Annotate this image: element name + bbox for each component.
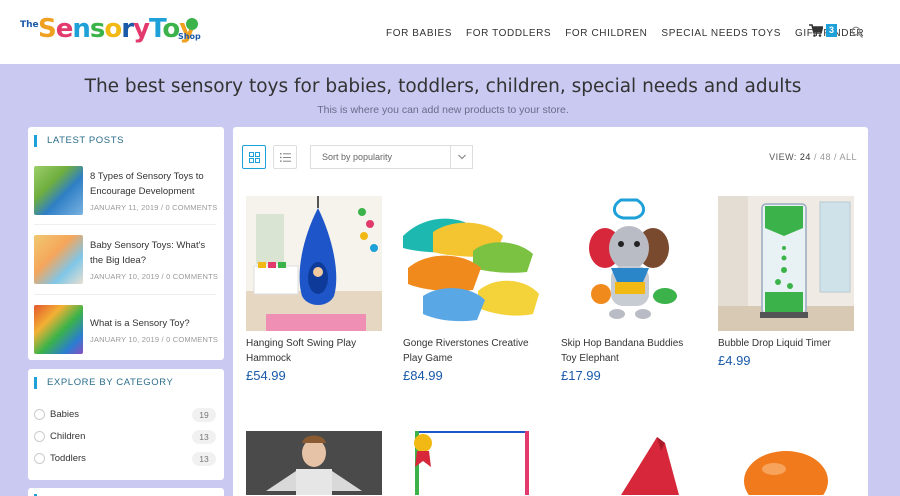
sort-select[interactable]: Sort by popularity (310, 145, 473, 169)
post-meta: JANUARY 11, 2019 / 0 COMMENTS (90, 203, 218, 212)
category-count: 13 (192, 452, 216, 466)
product-image[interactable] (246, 431, 382, 495)
post-title[interactable]: Baby Sensory Toys: What's the Big Idea? (90, 238, 216, 268)
post-item[interactable]: What is a Sensory Toy? JANUARY 10, 2019 … (34, 305, 218, 355)
category-label[interactable]: Babies (50, 408, 79, 422)
cart-count-badge: 3 (826, 24, 838, 37)
site-logo[interactable]: The SensoryToy Shop (20, 14, 201, 48)
page-title: The best sensory toys for babies, toddle… (84, 76, 802, 97)
post-item[interactable]: 8 Types of Sensory Toys to Encourage Dev… (34, 166, 218, 216)
cart-button[interactable]: 3 (809, 24, 838, 37)
logo-bubble-icon (186, 18, 198, 30)
product-image-swing-hammock (246, 196, 382, 331)
cart-icon (809, 24, 823, 37)
post-meta: JANUARY 10, 2019 / 0 COMMENTS (90, 335, 219, 344)
logo-the: The (20, 20, 39, 30)
product-image-orange-ball (744, 451, 828, 495)
nav-for-children[interactable]: FOR CHILDREN (565, 28, 647, 39)
product-image-award-toy (414, 431, 529, 495)
product-image-liquid-timer (718, 196, 854, 331)
product-price: £17.99 (561, 368, 601, 383)
view-48-link[interactable]: 48 (820, 152, 831, 162)
category-item-babies[interactable]: Babies 19 (34, 408, 216, 422)
post-item[interactable]: Baby Sensory Toys: What's the Big Idea? … (34, 235, 218, 285)
product-price: £84.99 (403, 368, 443, 383)
product-price: £4.99 (718, 353, 751, 368)
category-count: 13 (192, 430, 216, 444)
post-thumbnail[interactable] (34, 305, 83, 354)
product-image-elephant-toy (589, 198, 677, 319)
list-icon (280, 153, 291, 162)
product-image[interactable] (718, 196, 854, 331)
category-radio[interactable] (34, 431, 45, 442)
logo-brand-name: SensoryToy (38, 14, 196, 44)
product-image-boy (246, 431, 382, 495)
category-radio[interactable] (34, 409, 45, 420)
view-all-link[interactable]: ALL (839, 152, 857, 162)
latest-posts-widget: LATEST POSTS 8 Types of Sensory Toys to … (28, 127, 224, 360)
post-thumbnail[interactable] (34, 166, 83, 215)
list-view-button[interactable] (273, 145, 297, 169)
post-title[interactable]: 8 Types of Sensory Toys to Encourage Dev… (90, 169, 216, 199)
view-count-selector: VIEW: 24 / 48 / ALL (769, 152, 857, 162)
product-name[interactable]: Skip Hop Bandana Buddies Toy Elephant (561, 336, 701, 366)
product-image[interactable] (561, 431, 697, 495)
category-label[interactable]: Toddlers (50, 452, 86, 466)
nav-for-babies[interactable]: FOR BABIES (386, 28, 452, 39)
view-separator: / (810, 152, 820, 162)
category-radio[interactable] (34, 453, 45, 464)
view-24-link[interactable]: 24 (800, 152, 811, 162)
sort-dropdown-toggle[interactable] (450, 146, 472, 168)
search-icon[interactable] (851, 26, 863, 38)
category-item-toddlers[interactable]: Toddlers 13 (34, 452, 216, 466)
product-image[interactable] (561, 196, 697, 331)
divider (34, 224, 216, 225)
category-label[interactable]: Children (50, 430, 85, 444)
category-count: 19 (192, 408, 216, 422)
page-subtitle: This is where you can add new products t… (317, 104, 569, 116)
product-image[interactable] (718, 431, 854, 495)
post-title[interactable]: What is a Sensory Toy? (90, 316, 216, 331)
main-nav: FOR BABIES FOR TODDLERS FOR CHILDREN SPE… (386, 26, 878, 40)
product-image-red-cone (621, 437, 679, 495)
product-image-riverstones (403, 218, 539, 322)
product-image[interactable] (403, 196, 539, 331)
category-widget: EXPLORE BY CATEGORY Babies 19 Children 1… (28, 369, 224, 480)
product-name[interactable]: Gonge Riverstones Creative Play Game (403, 336, 543, 366)
grid-view-button[interactable] (242, 145, 266, 169)
nav-special-needs-toys[interactable]: SPECIAL NEEDS TOYS (661, 28, 781, 39)
category-widget-title: EXPLORE BY CATEGORY (34, 377, 174, 389)
post-thumbnail[interactable] (34, 235, 83, 284)
chevron-down-icon (458, 154, 466, 160)
nav-for-toddlers[interactable]: FOR TODDLERS (466, 28, 551, 39)
product-panel: Sort by popularity VIEW: 24 / 48 / ALL H… (233, 127, 868, 496)
product-name[interactable]: Hanging Soft Swing Play Hammock (246, 336, 386, 366)
site-header: The SensoryToy Shop FOR BABIES FOR TODDL… (0, 0, 900, 64)
product-name[interactable]: Bubble Drop Liquid Timer (718, 336, 858, 351)
post-meta: JANUARY 10, 2019 / 0 COMMENTS (90, 272, 219, 281)
view-label: VIEW: (769, 152, 797, 162)
grid-icon (249, 152, 260, 163)
logo-shop: Shop (178, 32, 201, 41)
category-item-children[interactable]: Children 13 (34, 430, 216, 444)
divider (34, 294, 216, 295)
sort-select-value: Sort by popularity (322, 152, 393, 162)
sidebar-widget (28, 488, 224, 496)
product-image[interactable] (246, 196, 382, 331)
product-price: £54.99 (246, 368, 286, 383)
product-image[interactable] (403, 431, 539, 495)
latest-posts-title: LATEST POSTS (34, 135, 124, 147)
